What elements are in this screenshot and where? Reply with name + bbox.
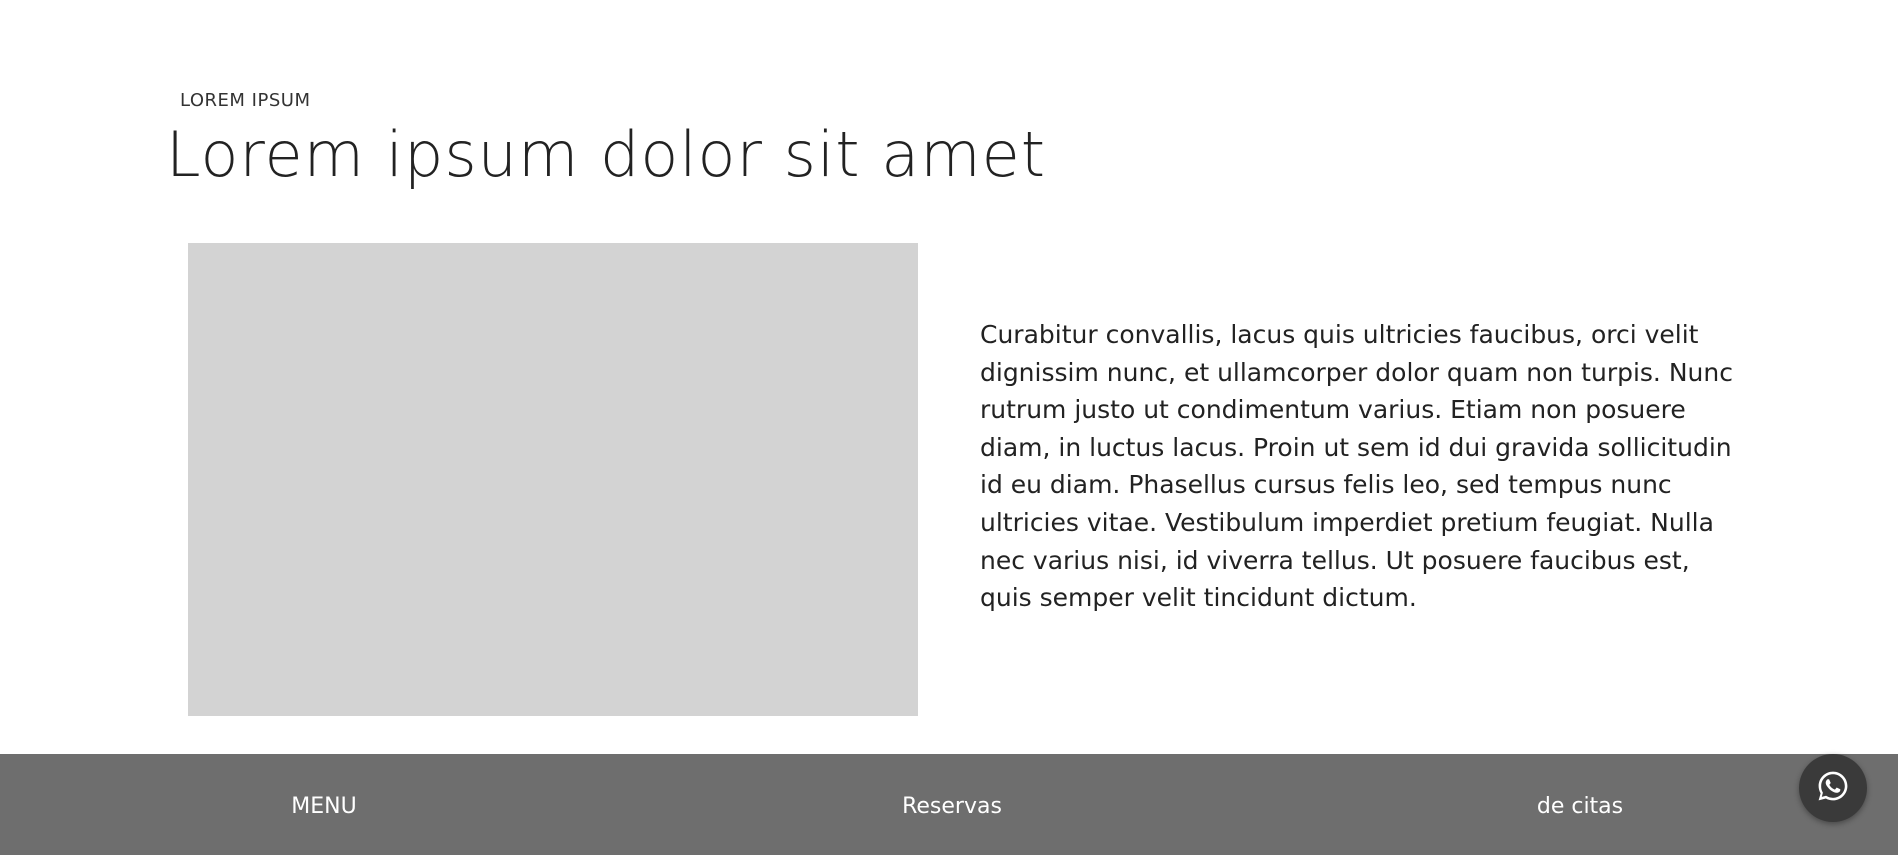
footer-link-menu[interactable]: MENU [291,794,356,819]
whatsapp-icon [1815,768,1851,808]
page: LOREM IPSUM Lorem ipsum dolor sit amet C… [0,0,1898,855]
whatsapp-button[interactable] [1799,754,1867,822]
footer-link-reservas[interactable]: Reservas [902,794,1002,819]
footer-nav: MENU Reservas de citas [0,754,1898,855]
section-eyebrow: LOREM IPSUM [180,90,311,111]
page-title: Lorem ipsum dolor sit amet [166,118,1047,191]
body-paragraph: Curabitur convallis, lacus quis ultricie… [980,320,1733,613]
footer-link-citas[interactable]: de citas [1537,794,1623,819]
image-placeholder [188,243,918,716]
